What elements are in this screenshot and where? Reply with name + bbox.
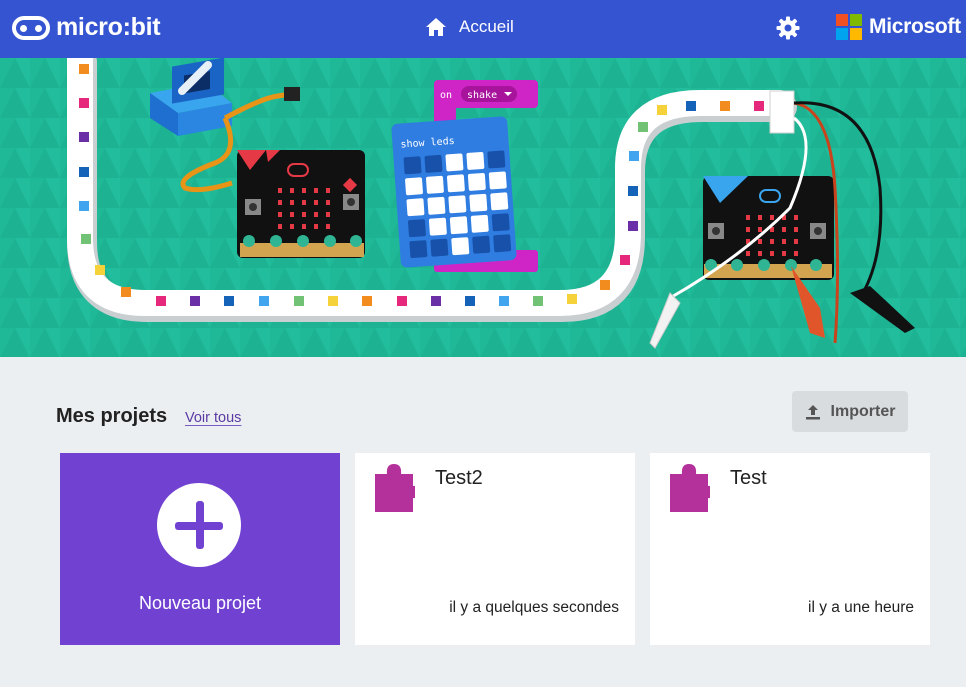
project-name: Test [730, 467, 767, 489]
home-icon [426, 18, 446, 36]
home-label: Accueil [459, 17, 514, 36]
new-project-label: Nouveau projet [138, 593, 262, 613]
block-event-text: on [440, 90, 452, 101]
block-event-arg: shake [467, 90, 497, 101]
import-button[interactable]: Importer [792, 391, 908, 432]
home-link[interactable]: Accueil [425, 17, 514, 37]
logo-text: micro:bit [56, 13, 161, 41]
new-project-card[interactable]: Nouveau projet [60, 453, 340, 645]
project-time: il y a une heure [808, 599, 914, 616]
see-all-link[interactable]: Voir tous [185, 410, 241, 426]
project-card-test2[interactable]: Test2 il y a quelques secondes [355, 453, 635, 645]
puzzle-icon [375, 464, 415, 512]
microsoft-logo-icon [836, 14, 862, 40]
microbit-logo-icon [12, 15, 50, 40]
project-name: Test2 [435, 467, 483, 489]
import-label: Importer [830, 402, 896, 420]
project-card-test[interactable]: Test il y a une heure [650, 453, 930, 645]
hero-banner: on shake show leds [0, 58, 966, 357]
hero-illustration: on shake show leds [0, 58, 966, 357]
puzzle-icon [670, 464, 710, 512]
microsoft-text: Microsoft [869, 15, 961, 38]
top-bar: micro:bit Accueil Microsoft [0, 0, 966, 58]
upload-icon [805, 404, 820, 419]
project-time: il y a quelques secondes [449, 599, 619, 616]
microbit-logo[interactable]: micro:bit [12, 13, 161, 42]
gear-icon[interactable] [776, 16, 800, 40]
plus-icon [157, 483, 241, 567]
microsoft-logo[interactable]: Microsoft [836, 14, 961, 40]
projects-title: Mes projets [56, 405, 168, 427]
